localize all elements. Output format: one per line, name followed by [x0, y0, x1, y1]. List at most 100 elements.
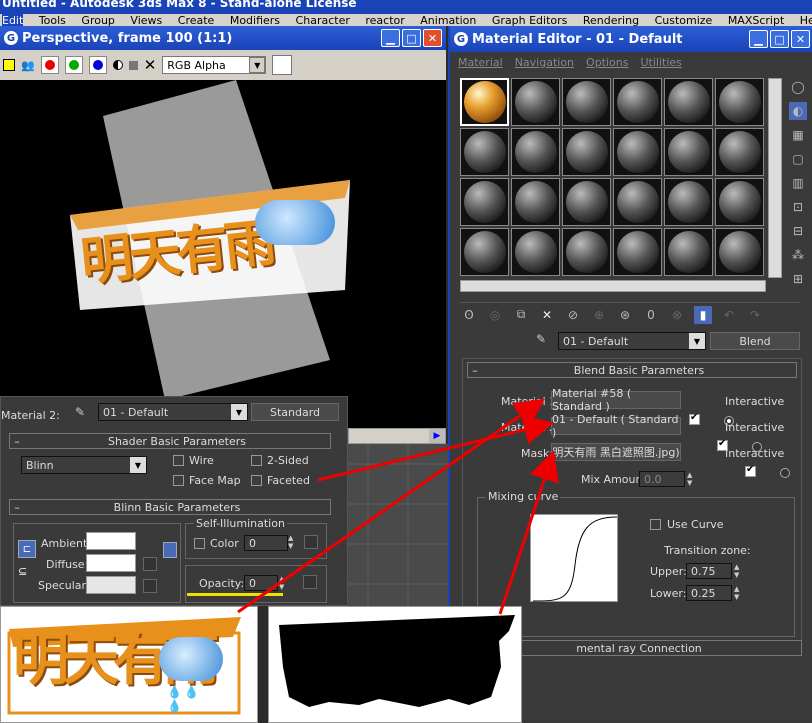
- mix-amount-spinner[interactable]: 0.0: [639, 471, 685, 487]
- material-type-button[interactable]: Standard: [251, 403, 339, 421]
- minimize-button[interactable]: ▁: [749, 30, 768, 48]
- blue-channel-button[interactable]: [88, 56, 107, 74]
- use-curve-row[interactable]: Use Curve: [650, 518, 724, 531]
- sample-type-icon[interactable]: ◯: [789, 78, 807, 96]
- menu-rendering[interactable]: Rendering: [583, 14, 639, 26]
- menu-graph-editors[interactable]: Graph Editors: [492, 14, 568, 26]
- lock-specular-icon[interactable]: ⊆: [18, 565, 36, 581]
- maximize-button[interactable]: □: [402, 29, 421, 47]
- lock-ambient-icon[interactable]: ⊏: [18, 540, 36, 558]
- sample-slot-23[interactable]: [664, 228, 713, 276]
- sample-slot-18[interactable]: [715, 178, 764, 226]
- sample-slot-6[interactable]: [715, 78, 764, 126]
- chevron-down-icon[interactable]: ▼: [249, 57, 266, 73]
- diffuse-swatch[interactable]: [86, 554, 136, 572]
- menu-animation[interactable]: Animation: [420, 14, 476, 26]
- background-icon[interactable]: ▦: [789, 126, 807, 144]
- shader-rollout-header[interactable]: – Shader Basic Parameters: [9, 433, 331, 449]
- sample-slot-4[interactable]: [613, 78, 662, 126]
- red-channel-button[interactable]: [40, 56, 59, 74]
- sample-slot-9[interactable]: [562, 128, 611, 176]
- blend-rollout-header[interactable]: – Blend Basic Parameters: [467, 362, 797, 378]
- menu-reactor[interactable]: reactor: [365, 14, 404, 26]
- collapse-icon[interactable]: –: [10, 435, 24, 448]
- go-forward-sibling-icon[interactable]: ↷: [746, 306, 764, 324]
- backlight-icon[interactable]: ◐: [789, 102, 807, 120]
- go-to-parent-icon[interactable]: ↶: [720, 306, 738, 324]
- make-copy-icon[interactable]: ⊘: [564, 306, 582, 324]
- video-color-check-icon[interactable]: ▥: [789, 174, 807, 192]
- sample-slot-5[interactable]: [664, 78, 713, 126]
- show-map-icon[interactable]: ⊗: [668, 306, 686, 324]
- make-preview-icon[interactable]: ⊡: [789, 198, 807, 216]
- spinner-arrows-icon[interactable]: ▲ ▼: [288, 534, 293, 550]
- eyedropper-icon[interactable]: ✎: [75, 405, 85, 419]
- close-button[interactable]: ✕: [423, 29, 442, 47]
- alpha-channel-icon[interactable]: [112, 60, 123, 70]
- chevron-down-icon[interactable]: ▼: [231, 404, 247, 420]
- make-unique-icon[interactable]: ⊕: [590, 306, 608, 324]
- upper-spinner[interactable]: 0.75: [686, 563, 732, 579]
- eyedropper-icon[interactable]: ✎: [536, 332, 546, 346]
- green-channel-button[interactable]: [64, 56, 83, 74]
- lower-spinner[interactable]: 0.25: [686, 585, 732, 601]
- sample-slot-1[interactable]: [460, 78, 509, 126]
- material-navigator-icon[interactable]: ⊞: [789, 270, 807, 288]
- mask-enable-checkbox[interactable]: [745, 464, 756, 477]
- spinner-arrows-icon[interactable]: ▲ ▼: [734, 563, 739, 579]
- sample-slot-14[interactable]: [511, 178, 560, 226]
- menu-create[interactable]: Create: [178, 14, 215, 26]
- material-type-blend-button[interactable]: Blend: [710, 332, 800, 350]
- menu-views[interactable]: Views: [130, 14, 162, 26]
- blinn-rollout-header[interactable]: – Blinn Basic Parameters: [9, 499, 331, 515]
- monochrome-icon[interactable]: [128, 60, 138, 70]
- assign-to-selection-icon[interactable]: ⧉: [512, 306, 530, 324]
- color-checkbox[interactable]: [194, 538, 205, 549]
- menu-tools[interactable]: Tools: [39, 14, 66, 26]
- sample-slot-7[interactable]: [460, 128, 509, 176]
- sample-slot-16[interactable]: [613, 178, 662, 226]
- faceted-checkbox-row[interactable]: Faceted: [251, 474, 310, 487]
- color-swatch[interactable]: [272, 55, 293, 75]
- specular-map-button[interactable]: [143, 579, 157, 593]
- sample-slot-24[interactable]: [715, 228, 764, 276]
- menu-character[interactable]: Character: [296, 14, 350, 26]
- material-name-dropdown[interactable]: 01 - Default ▼: [98, 403, 248, 421]
- spinner-arrows-icon[interactable]: ▲ ▼: [687, 471, 692, 487]
- opacity-spinner[interactable]: 0: [244, 575, 278, 591]
- sample-slot-10[interactable]: [613, 128, 662, 176]
- me-menu-navigation[interactable]: Navigation: [515, 56, 574, 69]
- color-checkbox-row[interactable]: Color: [194, 537, 239, 550]
- close-button[interactable]: ✕: [791, 30, 810, 48]
- sample-uv-tiling-icon[interactable]: ▢: [789, 150, 807, 168]
- menu-group[interactable]: Group: [81, 14, 115, 26]
- diffuse-map-button[interactable]: [143, 557, 157, 571]
- use-curve-checkbox[interactable]: [650, 519, 661, 530]
- collapse-icon[interactable]: –: [468, 364, 482, 377]
- menu-customize[interactable]: Customize: [655, 14, 713, 26]
- select-by-material-icon[interactable]: ⁂: [789, 246, 807, 264]
- material2-button[interactable]: 01 - Default ( Standard ): [551, 413, 681, 439]
- spinner-arrows-icon[interactable]: ▲ ▼: [279, 575, 284, 591]
- options-icon[interactable]: ⊟: [789, 222, 807, 240]
- maximize-button[interactable]: □: [770, 30, 789, 48]
- sample-slot-22[interactable]: [613, 228, 662, 276]
- sample-slot-13[interactable]: [460, 178, 509, 226]
- color-spinner[interactable]: 0: [244, 535, 288, 551]
- material-effects-channel-icon[interactable]: 0: [642, 306, 660, 324]
- menu-edit[interactable]: Edit: [2, 14, 24, 26]
- sample-slot-17[interactable]: [664, 178, 713, 226]
- sample-slot-3[interactable]: [562, 78, 611, 126]
- menu-maxscript[interactable]: MAXScript: [728, 14, 784, 26]
- two-sided-checkbox[interactable]: [251, 455, 262, 466]
- chevron-down-icon[interactable]: ▼: [130, 457, 146, 473]
- me-menu-material[interactable]: Material: [458, 56, 503, 69]
- specular-swatch[interactable]: [86, 576, 136, 594]
- diffuse-lock-icon[interactable]: [163, 542, 177, 558]
- shader-dropdown[interactable]: Blinn ▼: [21, 456, 147, 474]
- clear-icon[interactable]: ✕: [144, 56, 157, 74]
- wire-checkbox[interactable]: [173, 455, 184, 466]
- save-icon[interactable]: [3, 59, 15, 71]
- sample-slot-2[interactable]: [511, 78, 560, 126]
- put-to-library-icon[interactable]: ⊛: [616, 306, 634, 324]
